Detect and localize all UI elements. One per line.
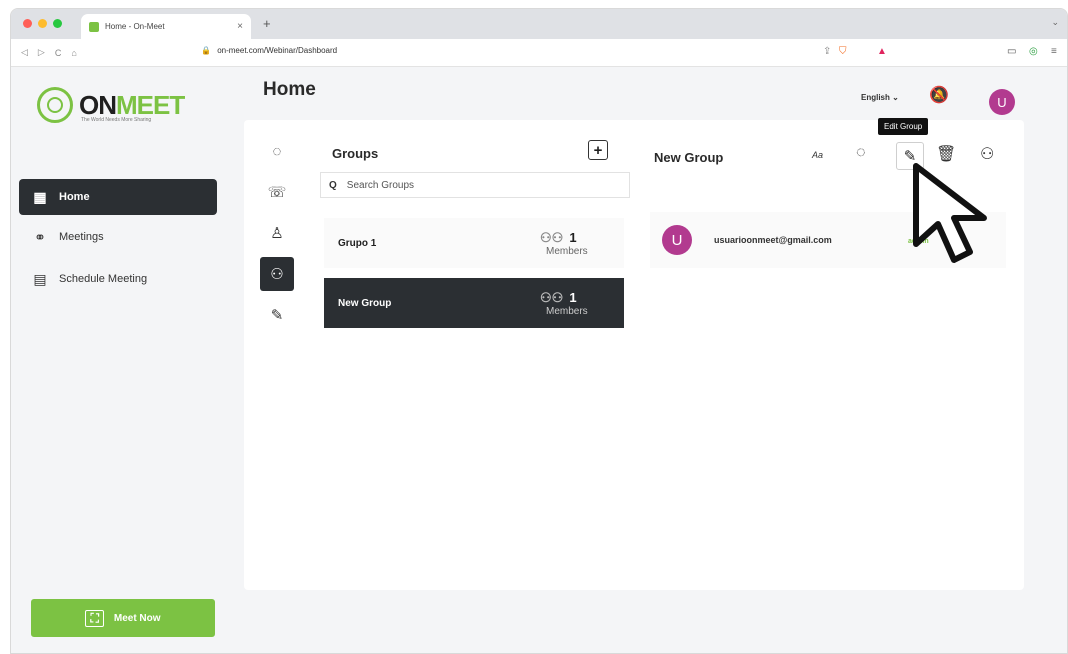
calendar-icon: ▤: [33, 270, 47, 287]
group-member-count: ⚇⚇ 1 Members: [540, 289, 588, 317]
extension-icon[interactable]: ◎: [1029, 46, 1038, 57]
group-row-new-group[interactable]: New Group ⚇⚇ 1 Members: [324, 278, 624, 328]
maximize-window-button[interactable]: [53, 19, 62, 28]
meet-now-button[interactable]: ⛶ Meet Now: [31, 599, 215, 637]
logo-pin-icon: [37, 87, 73, 123]
search-icon: Q: [329, 179, 337, 191]
logo-wordmark: ONMEET: [79, 90, 185, 120]
rewards-icon[interactable]: ▲: [877, 46, 887, 57]
group-chat-icon[interactable]: ◌: [856, 144, 866, 162]
brave-shield-icon[interactable]: ⛉: [839, 46, 847, 57]
search-groups-input[interactable]: Q Search Groups: [320, 172, 630, 198]
tab-menu-icon[interactable]: ⌄: [1051, 17, 1059, 28]
sidebar-item-meetings[interactable]: ⚭ Meetings: [19, 219, 217, 255]
browser-toolbar: ◁ ▷ C ⌂ 🔒 on-meet.com/Webinar/Dashboard …: [11, 39, 1067, 67]
phone-icon[interactable]: ☏: [260, 175, 294, 209]
close-window-button[interactable]: [23, 19, 32, 28]
group-detail-title: New Group: [654, 150, 724, 165]
reload-icon[interactable]: C: [55, 48, 62, 58]
meet-now-icon: ⛶: [85, 609, 104, 627]
language-select[interactable]: English ⌄: [861, 93, 899, 102]
page-title: Home: [263, 79, 316, 100]
browser-tab-bar: Home - On-Meet × + ⌄: [11, 9, 1067, 39]
sidebar-item-label: Schedule Meeting: [59, 273, 148, 285]
member-avatar: U: [662, 225, 692, 255]
share-icon[interactable]: ⇪: [823, 46, 831, 57]
groups-card: ◌ ☏ ♙ ⚇ ✎ Groups + Q Search Groups Grupo…: [244, 118, 1024, 590]
group-member-count: ⚇⚇ 1 Members: [540, 229, 588, 257]
on-meet-logo[interactable]: ONMEET The World Needs More Sharing: [37, 87, 185, 123]
rename-icon[interactable]: Aa: [812, 150, 823, 160]
user-avatar[interactable]: U: [989, 89, 1015, 115]
minimize-window-button[interactable]: [38, 19, 47, 28]
browser-menu-icon[interactable]: ≡: [1051, 46, 1057, 57]
members-icon: ⚇⚇: [540, 289, 564, 305]
favicon-icon: [89, 21, 99, 32]
chat-icon[interactable]: ◌: [260, 134, 294, 168]
groups-icon[interactable]: ⚇: [260, 257, 294, 291]
lock-icon: 🔒: [201, 46, 211, 55]
sidebar-item-label: Meetings: [59, 231, 104, 243]
sidebar-item-home[interactable]: ▦ Home: [19, 179, 217, 215]
back-icon[interactable]: ◁: [21, 47, 28, 58]
tab-close-icon[interactable]: ×: [237, 21, 243, 32]
section-rail: ◌ ☏ ♙ ⚇ ✎: [260, 134, 294, 339]
mouse-pointer-icon: [913, 163, 987, 263]
tab-title: Home - On-Meet: [105, 22, 165, 31]
logo-tagline: The World Needs More Sharing: [81, 117, 152, 123]
wrench-icon[interactable]: ✎: [260, 298, 294, 332]
group-name: New Group: [338, 297, 392, 309]
link-icon: ⚭: [34, 228, 46, 245]
notifications-muted-icon[interactable]: 🔕: [929, 85, 949, 105]
search-placeholder: Search Groups: [346, 179, 415, 191]
group-row-grupo-1[interactable]: Grupo 1 ⚇⚇ 1 Members: [324, 218, 624, 268]
contact-icon[interactable]: ♙: [260, 216, 294, 250]
home-browser-icon[interactable]: ⌂: [71, 48, 76, 58]
meet-now-label: Meet Now: [113, 612, 161, 624]
members-icon: ⚇⚇: [540, 229, 564, 245]
group-name: Grupo 1: [338, 237, 377, 249]
app-sidebar: ONMEET The World Needs More Sharing ▦ Ho…: [11, 67, 231, 653]
edit-group-tooltip: Edit Group: [878, 118, 929, 135]
forward-icon[interactable]: ▷: [38, 47, 45, 58]
home-icon: ▦: [33, 188, 47, 205]
url-text: on-meet.com/Webinar/Dashboard: [217, 46, 338, 55]
sidebar-toggle-icon[interactable]: ▭: [1007, 46, 1016, 57]
groups-title: Groups: [332, 146, 379, 161]
sidebar-item-label: Home: [59, 191, 90, 203]
address-bar[interactable]: 🔒 on-meet.com/Webinar/Dashboard: [201, 46, 337, 55]
new-tab-button[interactable]: +: [263, 16, 271, 31]
browser-tab[interactable]: Home - On-Meet ×: [81, 14, 251, 39]
member-email: usuarioonmeet@gmail.com: [714, 234, 832, 245]
sidebar-item-schedule-meeting[interactable]: ▤ Schedule Meeting: [19, 261, 217, 297]
add-group-button[interactable]: +: [588, 140, 608, 160]
